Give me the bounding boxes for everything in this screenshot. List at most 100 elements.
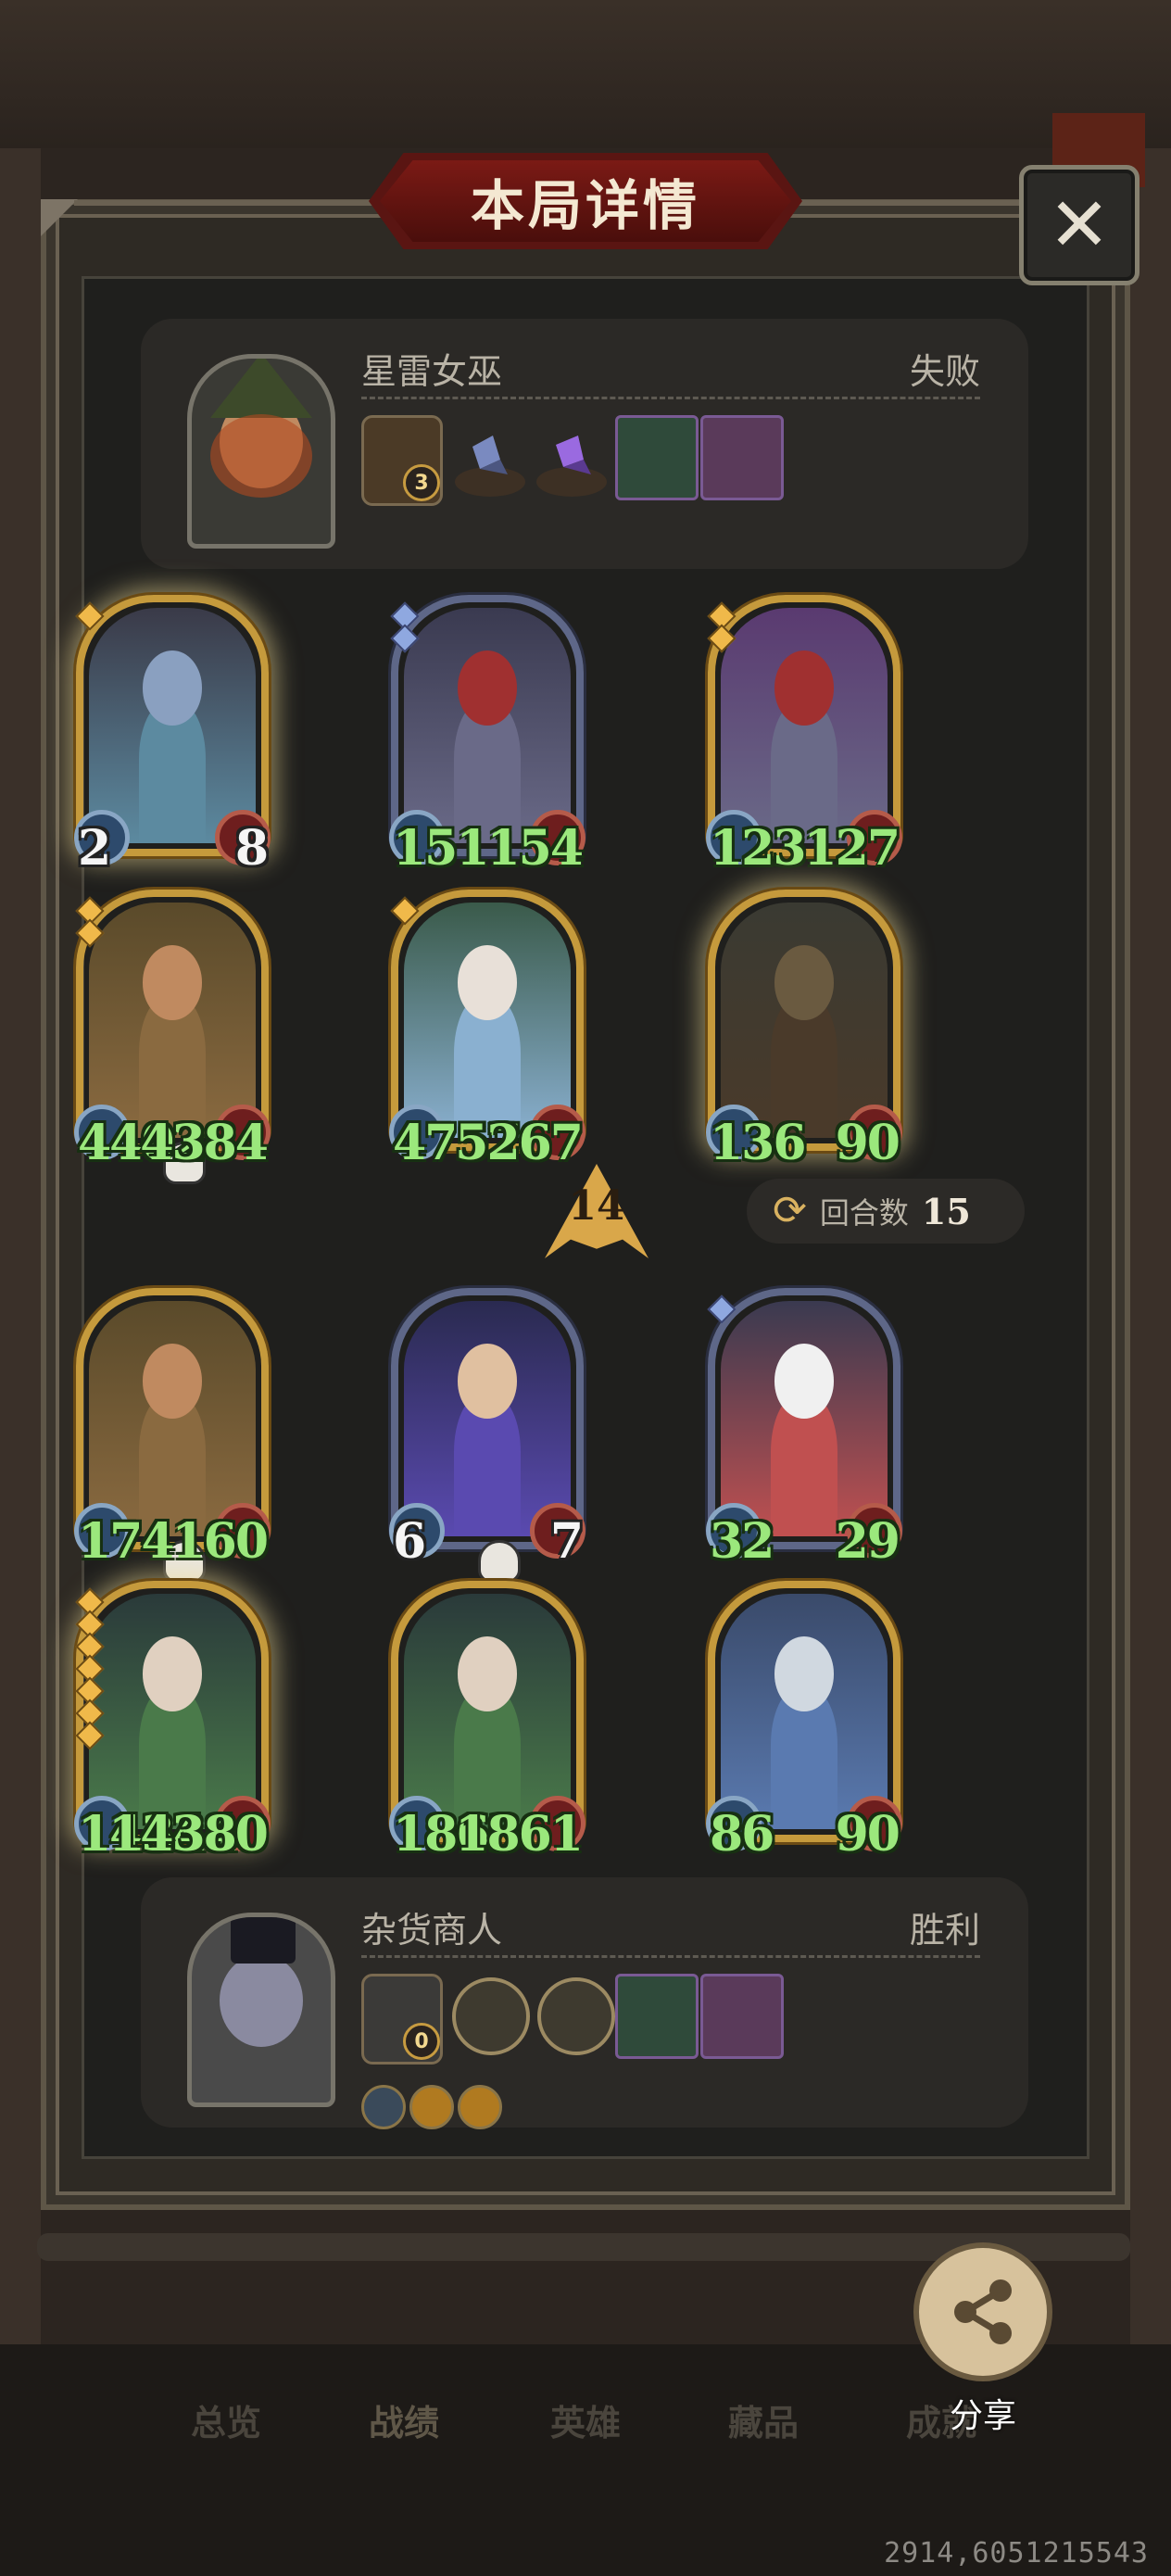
minion-art (721, 1594, 888, 1829)
nav-tab[interactable]: 藏品 (728, 2394, 799, 2445)
minion-head (142, 650, 203, 726)
opponent-name: 星雷女巫 (361, 351, 503, 392)
rounds-counter: ⟳ 回合数 15 (747, 1179, 1025, 1244)
attack-value: 32 (710, 1513, 774, 1570)
minion-head (457, 1635, 518, 1711)
minion-head (142, 1635, 203, 1711)
coordinate-readout: 2914,6051215543 (884, 2537, 1149, 2570)
player-minion-card[interactable]: 1863 1861 (389, 1581, 586, 1863)
health-value: 4384 (140, 1115, 269, 1171)
opponent-minion-card[interactable]: 123 127 (706, 595, 902, 877)
sword-badge-icon[interactable] (361, 2085, 406, 2129)
background-right (1130, 148, 1171, 2354)
minion-head (774, 1635, 835, 1711)
crystal-icon[interactable] (452, 428, 528, 499)
minion-art (404, 903, 571, 1138)
crown-badge-icon[interactable] (409, 2085, 454, 2129)
opponent-result: 失败 (909, 351, 980, 392)
health-value: 7 (549, 1513, 584, 1570)
relic-count-badge: 3 (403, 464, 440, 501)
health-value: 90 (835, 1806, 900, 1863)
divider (361, 397, 980, 399)
attack-value: 151 (393, 820, 490, 877)
share-button[interactable] (913, 2242, 1052, 2381)
top-hat (231, 1917, 296, 1964)
title-rail-right (791, 200, 1023, 206)
rounds-label: 回合数 (819, 1195, 909, 1231)
close-button[interactable]: ✕ (1019, 165, 1140, 285)
divider (361, 1955, 980, 1958)
share-icon (954, 2279, 1012, 2344)
share-label: 分享 (949, 2397, 1016, 2435)
player-result: 胜利 (909, 1910, 980, 1951)
minion-head (774, 944, 835, 1020)
horn-badge-icon[interactable] (458, 2085, 502, 2129)
background-left (0, 148, 41, 2354)
minion-art (721, 903, 888, 1138)
minion-art (721, 608, 888, 843)
turn-number: 14 (568, 1182, 625, 1230)
minion-art (89, 1301, 256, 1536)
minion-art (404, 1301, 571, 1536)
hair (210, 414, 312, 498)
minion-head (457, 1343, 518, 1419)
minion-art (404, 608, 571, 843)
avatar-face (220, 1954, 303, 2047)
purple-crystal-icon[interactable] (534, 428, 610, 499)
minion-head (142, 944, 203, 1020)
health-value: 127 (803, 820, 900, 877)
attack-value: 174 (78, 1513, 175, 1570)
background-top (0, 0, 1171, 148)
attack-value: 6 (393, 1513, 426, 1570)
clock-coin-icon[interactable] (537, 1977, 615, 2055)
opponent-minion-card[interactable]: 4402 4384 (74, 890, 271, 1184)
player-minion-card[interactable]: 32 29 (706, 1288, 902, 1570)
relic-count-badge: 0 (403, 2023, 440, 2060)
player-minion-card[interactable]: 67 (389, 1288, 586, 1583)
health-value: 160 (171, 1513, 269, 1570)
spell-card-cake-icon[interactable] (700, 415, 784, 500)
minion-art (721, 1301, 888, 1536)
minion-head (457, 944, 518, 1020)
attack-value: 123 (710, 820, 807, 877)
spell-card-house-icon[interactable] (615, 1974, 699, 2059)
player-minion-card[interactable]: 86 90 (706, 1581, 902, 1863)
minion-head (774, 1343, 835, 1419)
health-value: 1861 (455, 1806, 584, 1863)
nav-tab[interactable]: 总览 (191, 2394, 261, 2445)
nav-tab[interactable]: 战绩 (369, 2394, 439, 2445)
minion-art (89, 1594, 256, 1829)
minion-head (457, 650, 518, 726)
attack-value: 86 (710, 1806, 774, 1863)
health-value: 90 (835, 1115, 900, 1171)
opponent-panel: 星雷女巫 失败 3 (141, 319, 1028, 569)
opponent-avatar[interactable] (187, 354, 335, 549)
spell-card-house-icon[interactable] (615, 415, 699, 500)
opponent-minion-card[interactable]: 28 (74, 595, 271, 877)
page-title: 本局详情 (470, 174, 700, 237)
player-minion-card[interactable]: 174 160 (74, 1288, 271, 1583)
close-icon: ✕ (1048, 182, 1111, 268)
nav-tab[interactable]: 英雄 (550, 2394, 621, 2445)
opponent-minion-card[interactable]: 4757 5267 (389, 890, 586, 1171)
title-banner: 本局详情 (380, 160, 791, 242)
player-panel: 杂货商人 胜利 0 (141, 1877, 1028, 2129)
minion-art (89, 903, 256, 1138)
refresh-icon: ⟳ (773, 1187, 807, 1234)
skull-icon (478, 1540, 521, 1583)
spell-card-cake-icon[interactable] (700, 1974, 784, 2059)
minion-art (89, 608, 256, 843)
health-value: 5267 (455, 1115, 584, 1171)
relic-shop-icon[interactable]: 0 (361, 1974, 443, 2065)
minion-art (404, 1594, 571, 1829)
player-avatar[interactable] (187, 1913, 335, 2107)
health-value: 14380 (108, 1806, 269, 1863)
player-name: 杂货商人 (361, 1910, 503, 1951)
witch-hat (210, 359, 312, 418)
opponent-minion-card[interactable]: 136 90 (706, 890, 902, 1171)
staff-coin-icon[interactable] (452, 1977, 530, 2055)
player-minion-card[interactable]: 14344 14380 (74, 1581, 271, 1863)
opponent-minion-card[interactable]: 151 154 (389, 595, 586, 877)
title-rail-left (74, 200, 380, 206)
relic-lightning-icon[interactable]: 3 (361, 415, 443, 506)
